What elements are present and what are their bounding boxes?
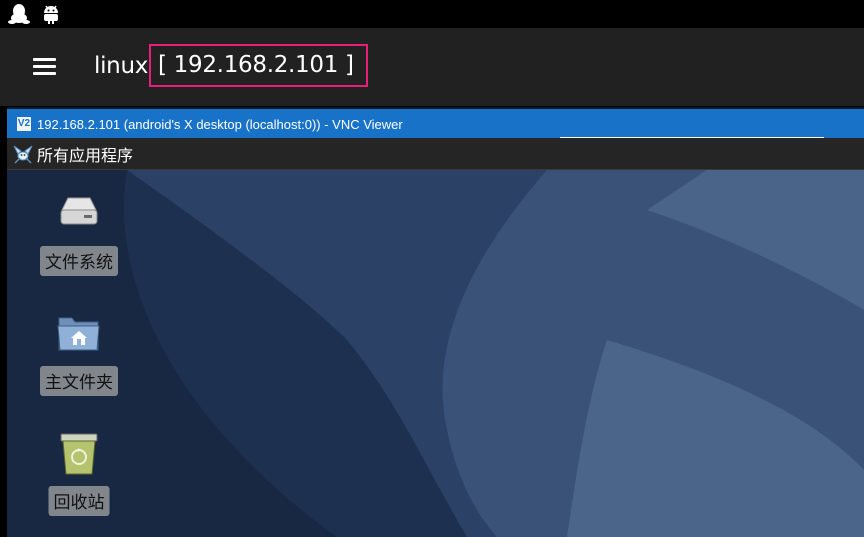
host-address: [ 192.168.2.101 ] bbox=[149, 44, 368, 87]
wallpaper bbox=[7, 170, 864, 537]
desktop-icon-home[interactable]: 主文件夹 bbox=[29, 308, 129, 396]
drive-harddisk-icon bbox=[60, 197, 98, 225]
status-bar bbox=[0, 0, 864, 28]
desktop-icon-trash[interactable]: 回收站 bbox=[29, 428, 129, 516]
desktop-area[interactable]: 文件系统 主文件夹 回收站 bbox=[7, 170, 864, 537]
window-title: 192.168.2.101 (android's X desktop (loca… bbox=[37, 117, 403, 132]
app-title: linux bbox=[94, 53, 149, 79]
desktop-panel: 所有应用程序 bbox=[7, 138, 864, 170]
vnc-logo-icon: V2 bbox=[17, 117, 31, 131]
hamburger-menu-icon[interactable] bbox=[30, 52, 60, 82]
desktop-icon-label: 文件系统 bbox=[40, 246, 118, 276]
xfce-mouse-icon bbox=[13, 145, 33, 164]
vnc-viewer-window: V2 192.168.2.101 (android's X desktop (l… bbox=[7, 107, 864, 537]
app-bar: linux [ 192.168.2.101 ] bbox=[0, 28, 864, 106]
vnc-titlebar[interactable]: V2 192.168.2.101 (android's X desktop (l… bbox=[7, 109, 864, 138]
qq-penguin-icon bbox=[8, 4, 30, 24]
applications-menu-button[interactable]: 所有应用程序 bbox=[11, 141, 133, 167]
trash-icon bbox=[60, 433, 98, 475]
desktop-icon-label: 主文件夹 bbox=[40, 366, 118, 396]
applications-menu-label: 所有应用程序 bbox=[37, 146, 134, 165]
android-robot-icon bbox=[44, 5, 58, 24]
desktop-icon-label: 回收站 bbox=[48, 486, 110, 516]
home-folder-icon bbox=[57, 317, 100, 351]
desktop-icon-filesystem[interactable]: 文件系统 bbox=[29, 188, 129, 276]
